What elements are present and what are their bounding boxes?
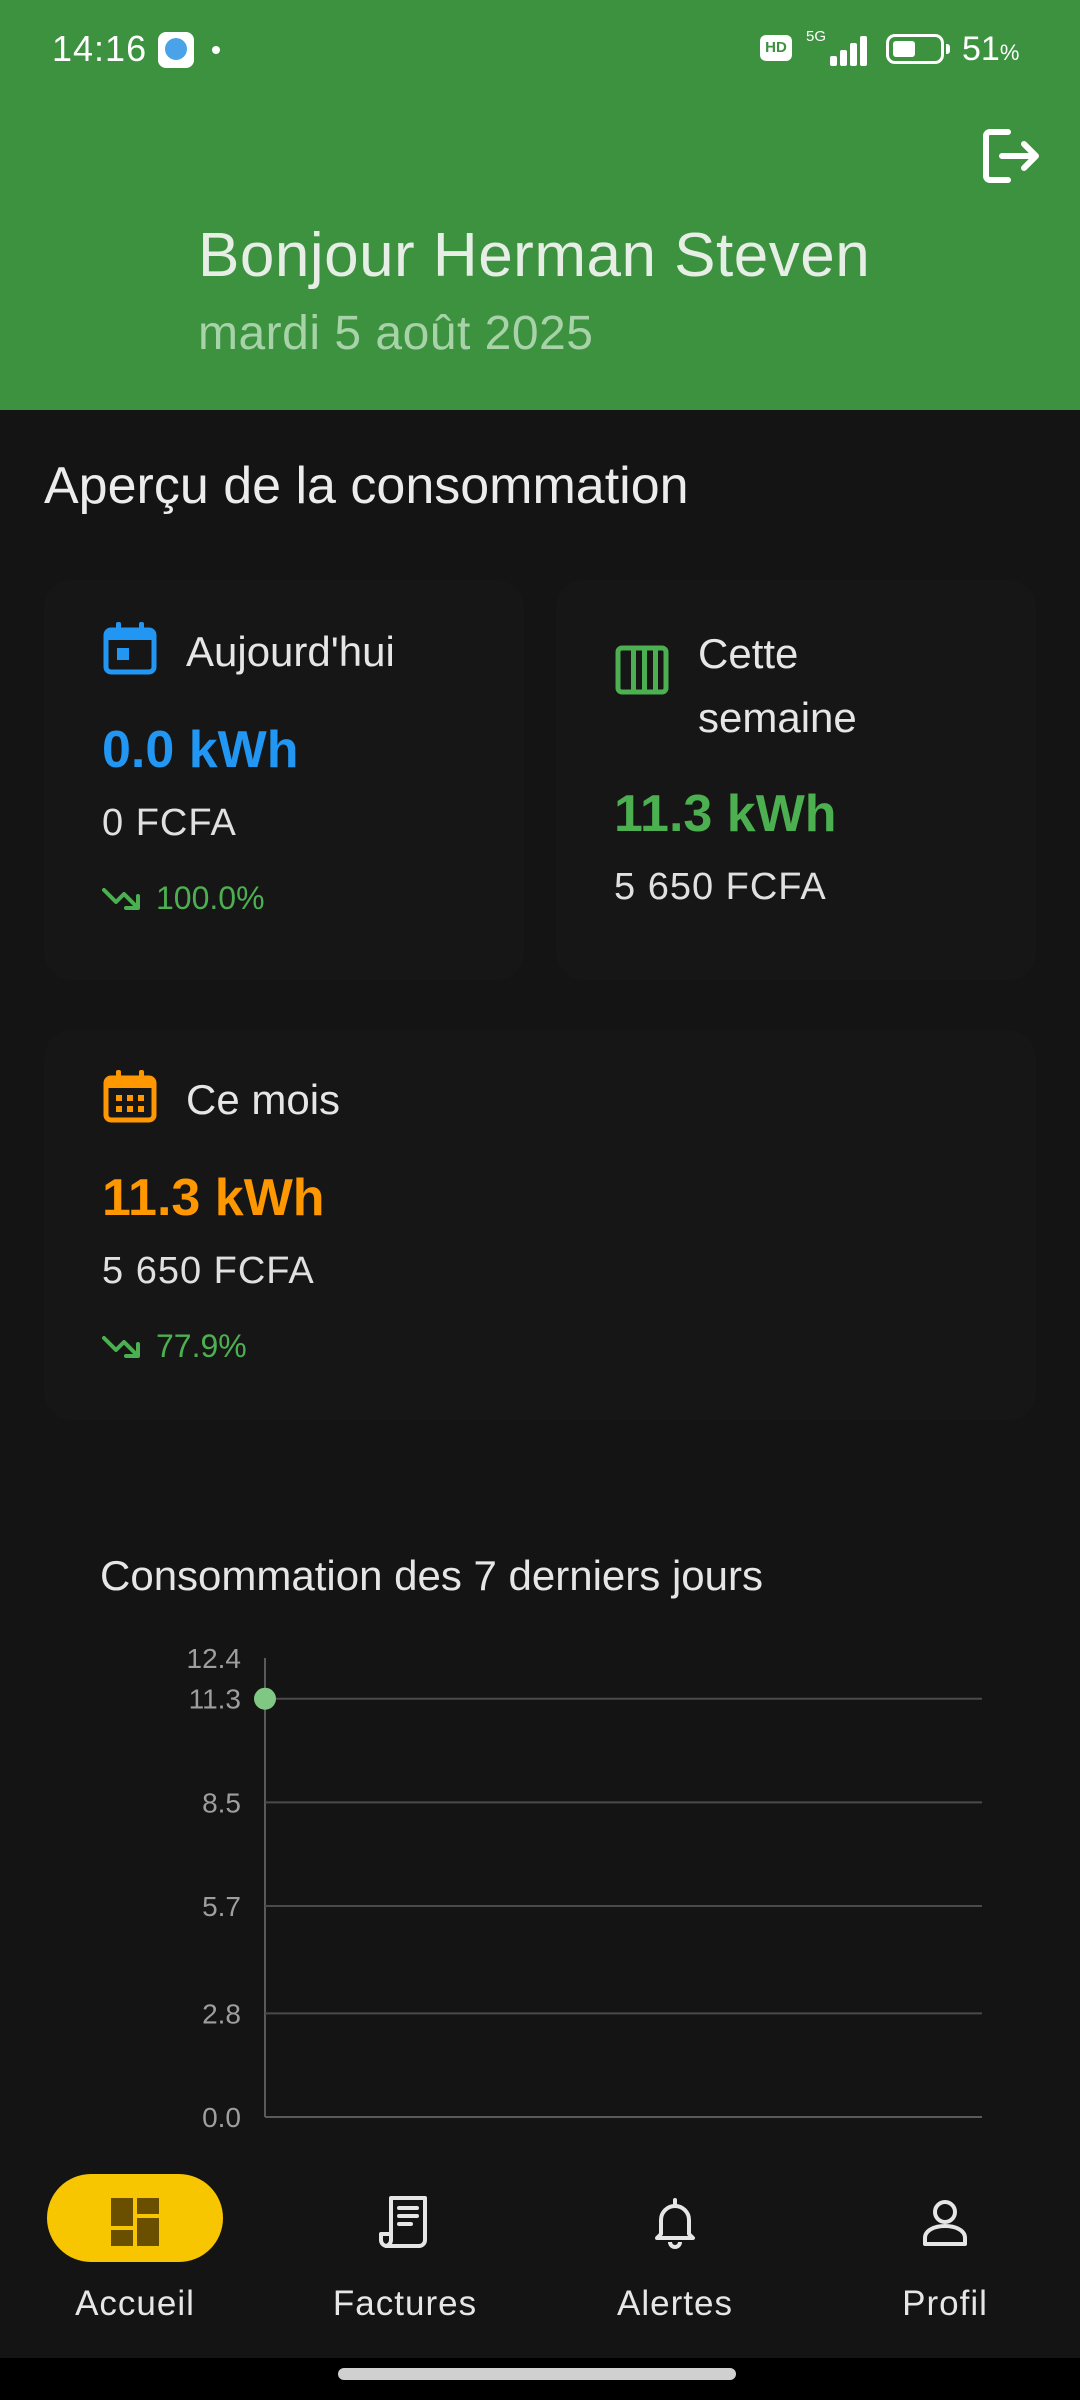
signal-icon — [822, 32, 872, 66]
month-card[interactable]: Ce mois 11.3 kWh 5 650 FCFA 77.9% — [44, 1030, 1036, 1420]
week-value: 11.3 kWh — [614, 785, 837, 843]
y-tick-label: 2.8 — [202, 1998, 241, 2029]
y-tick-label: 12.4 — [187, 1643, 242, 1674]
y-tick-label: 0.0 — [202, 2102, 241, 2130]
trending-down-icon — [102, 1335, 140, 1358]
today-value: 0.0 kWh — [102, 721, 299, 779]
today-card[interactable]: Aujourd'hui 0.0 kWh 0 FCFA 100.0% — [44, 580, 524, 980]
nav-factures[interactable]: Factures — [285, 2174, 525, 2344]
y-tick-label: 5.7 — [202, 1891, 241, 1922]
consumption-line-chart: 0.0 2.8 5.7 8.5 11.3 12.4 — [187, 1643, 982, 2130]
trending-down-icon — [102, 887, 140, 910]
dashboard-icon — [111, 2198, 159, 2246]
month-trend: 77.9% — [102, 1328, 247, 1365]
calendar-week-icon — [615, 645, 669, 695]
y-tick-label: 8.5 — [202, 1787, 241, 1818]
y-tick-label: 11.3 — [189, 1684, 241, 1715]
month-value: 11.3 kWh — [102, 1169, 325, 1227]
week-cost: 5 650 FCFA — [614, 866, 827, 908]
today-label: Aujourd'hui — [186, 628, 395, 675]
logout-button[interactable] — [980, 126, 1044, 186]
battery-percent: 51% — [962, 30, 1020, 68]
home-indicator[interactable] — [338, 2368, 736, 2380]
status-bar: 14:16 HD 5G 51% — [0, 0, 1080, 100]
app-header: 14:16 HD 5G 51% Bonjour Herman Steven ma… — [0, 0, 1080, 410]
today-cost: 0 FCFA — [102, 802, 237, 844]
nav-accueil-label: Accueil — [75, 2284, 195, 2323]
bell-icon — [655, 2198, 695, 2249]
data-point — [254, 1687, 276, 1710]
today-trend-value: 100.0% — [156, 880, 265, 916]
nav-alertes[interactable]: Alertes — [555, 2174, 795, 2344]
receipt-icon — [379, 2196, 427, 2248]
month-label: Ce mois — [186, 1076, 341, 1123]
nav-accueil[interactable]: Accueil — [15, 2174, 255, 2344]
bottom-navigation: Accueil Factures Alertes Profil — [0, 2148, 1080, 2358]
logout-icon — [983, 129, 1039, 183]
month-cost: 5 650 FCFA — [102, 1250, 315, 1292]
week-label: Cette semaine — [698, 630, 857, 741]
week-card[interactable]: Cette semaine 11.3 kWh 5 650 FCFA — [556, 580, 1036, 980]
current-date: mardi 5 août 2025 — [198, 307, 594, 360]
notification-app-icon — [158, 32, 194, 68]
person-icon — [923, 2200, 967, 2246]
nav-profil[interactable]: Profil — [825, 2174, 1065, 2344]
greeting-title: Bonjour Herman Steven — [198, 221, 871, 290]
hd-voice-icon: HD — [760, 35, 792, 61]
calendar-today-icon — [103, 622, 157, 675]
overview-title: Aperçu de la consommation — [44, 457, 689, 515]
notification-dot-icon — [212, 46, 220, 54]
calendar-month-icon — [103, 1070, 157, 1123]
nav-alertes-label: Alertes — [617, 2284, 733, 2323]
today-trend: 100.0% — [102, 880, 265, 917]
nav-profil-label: Profil — [902, 2284, 988, 2323]
battery-icon — [886, 34, 950, 64]
nav-factures-label: Factures — [332, 2284, 478, 2323]
chart-title: Consommation des 7 derniers jours — [100, 1552, 763, 1599]
month-trend-value: 77.9% — [156, 1328, 247, 1364]
status-time: 14:16 — [52, 28, 148, 69]
